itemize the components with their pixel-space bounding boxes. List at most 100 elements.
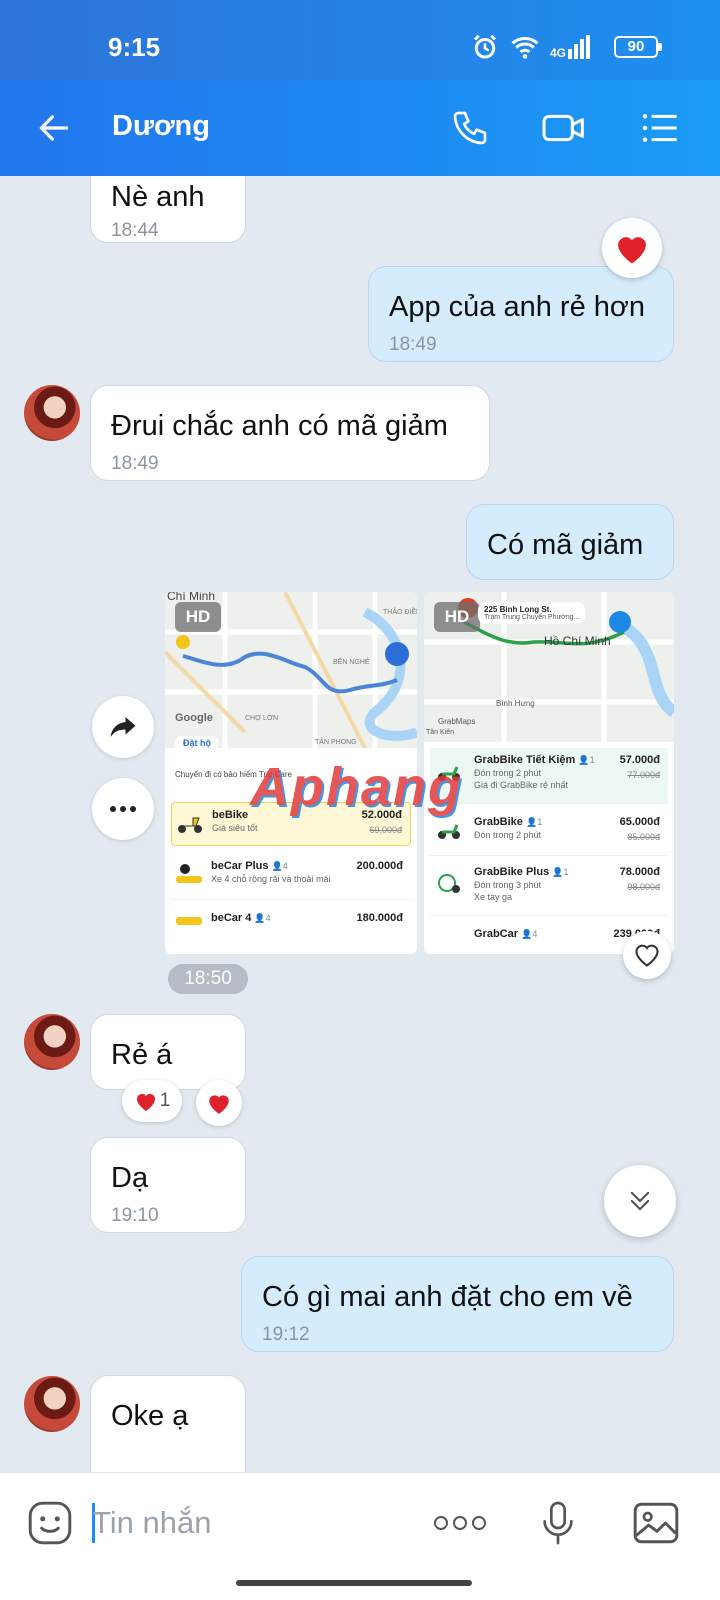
grab-bike-icon <box>438 824 460 839</box>
ride-name: GrabBike Plus 👤1 <box>474 866 569 878</box>
contact-name[interactable]: Dương <box>112 110 210 143</box>
network-indicator: 4G <box>550 35 590 59</box>
image-gallery-icon <box>633 1502 679 1544</box>
message-bubble[interactable]: Nè anh 18:44 <box>90 176 246 243</box>
share-arrow-icon <box>110 717 136 737</box>
sub-address-text: Trạm Trung Chuyển Phường... <box>484 614 580 621</box>
message-bubble[interactable]: App của anh rẻ hơn 18:49 <box>368 266 674 362</box>
map-label: GrabMaps <box>438 717 475 726</box>
ride-old-price: 98.000đ <box>627 882 660 892</box>
photo-button[interactable] <box>628 1495 684 1551</box>
more-options-button[interactable] <box>92 778 154 840</box>
chat-area[interactable]: Nè anh 18:44 App của anh rẻ hơn 18:49 Đr… <box>0 176 720 1472</box>
message-text: Nè anh <box>111 181 205 213</box>
scooter-icon <box>178 817 202 833</box>
message-text: Oke ạ <box>111 1400 189 1432</box>
ride-note: Xe tay ga <box>474 892 513 902</box>
message-bubble[interactable]: Có gì mai anh đặt cho em về 19:12 <box>241 1256 674 1352</box>
heart-icon <box>209 1095 229 1114</box>
map-label: CHỢ LỚN <box>245 713 278 722</box>
contact-avatar[interactable] <box>24 385 80 441</box>
voice-message-button[interactable] <box>530 1495 586 1551</box>
react-button[interactable] <box>623 931 671 979</box>
message-bubble[interactable]: Có mã giảm <box>466 504 674 580</box>
ride-name-text: GrabBike <box>474 816 523 828</box>
ride-seats: 4 <box>532 929 538 939</box>
home-indicator <box>236 1580 472 1586</box>
ride-option: GrabBike Tiết Kiệm 👤1 Đón trong 2 phút Giá… <box>430 748 668 804</box>
message-bubble[interactable]: Đrui chắc anh có mã giảm 18:49 <box>90 385 490 481</box>
share-button[interactable] <box>92 696 154 758</box>
contact-avatar[interactable] <box>24 1376 80 1432</box>
ride-old-price: 69.000đ <box>369 825 402 835</box>
menu-button[interactable] <box>636 104 684 152</box>
ride-sub: Đón trong 3 phút <box>474 880 542 890</box>
message-bubble[interactable]: Rẻ á <box>90 1014 246 1090</box>
heart-icon <box>618 237 646 264</box>
map-label: Tân Kiên <box>426 729 454 736</box>
ride-name-text: GrabBike Tiết Kiệm <box>474 754 576 766</box>
video-call-button[interactable] <box>540 104 588 152</box>
map-view: Bình Hưng Tân Kiên GrabMaps HD 225 Bình … <box>424 592 674 742</box>
ride-name: beCar 4 👤4 <box>211 912 271 924</box>
phone-icon <box>453 111 487 145</box>
more-dots-icon <box>110 806 136 812</box>
ride-sub: Xe 4 chỗ rộng rãi và thoải mái <box>211 874 331 884</box>
sticker-button[interactable] <box>22 1495 78 1551</box>
message-time: 19:12 <box>262 1324 310 1345</box>
voice-call-button[interactable] <box>446 104 494 152</box>
city-label: Hồ Chí Minh <box>544 634 611 648</box>
message-time: 18:44 <box>111 220 159 241</box>
back-button[interactable] <box>30 104 78 152</box>
message-input[interactable] <box>92 1499 392 1547</box>
heart-reaction[interactable] <box>196 1080 242 1126</box>
message-text: App của anh rẻ hơn <box>389 291 646 323</box>
ride-name-text: beCar 4 <box>211 912 252 924</box>
map-label: THẢO ĐIỀN <box>383 606 417 616</box>
heart-reaction[interactable] <box>602 218 662 278</box>
more-dots-icon <box>434 1516 486 1530</box>
reaction-count: 1 <box>159 1090 171 1111</box>
message-bubble[interactable]: Oke ạ <box>90 1375 246 1472</box>
hd-badge: HD <box>434 602 480 632</box>
wifi-icon <box>511 36 539 59</box>
ride-old-price: 85.000đ <box>627 832 660 842</box>
reaction-summary[interactable]: 1 <box>122 1080 182 1122</box>
ride-price: 180.000đ <box>356 912 403 924</box>
ride-sub: Đón trong 2 phút <box>474 830 542 840</box>
double-chevron-down-icon <box>630 1191 650 1211</box>
grab-bike-plus-icon <box>438 874 460 893</box>
scroll-to-bottom-button[interactable] <box>604 1165 676 1237</box>
message-text: Có gì mai anh đặt cho em về <box>262 1281 633 1313</box>
car-icon <box>176 917 202 925</box>
google-logo: Google <box>175 712 213 724</box>
ride-price: 57.000đ <box>619 754 660 766</box>
emoji-icon <box>28 1501 72 1545</box>
pickup-address: 225 Bình Long St. Trạm Trung Chuyển Phườ… <box>478 602 586 624</box>
message-bubble[interactable]: Dạ 19:10 <box>90 1137 246 1233</box>
contact-avatar[interactable] <box>24 1014 80 1070</box>
ride-sub: Giá siêu tốt <box>212 823 258 833</box>
network-type: 4G <box>549 46 566 60</box>
alarm-icon <box>473 34 497 59</box>
ride-name: GrabCar 👤4 <box>474 928 538 940</box>
ride-option: GrabBike Plus 👤1 Đón trong 3 phút Xe tay g… <box>430 860 668 916</box>
ride-seats: 4 <box>282 861 288 871</box>
ride-old-price: 77.000đ <box>627 770 660 780</box>
ride-price: 200.000đ <box>356 860 403 872</box>
ride-option: GrabBike 👤1 Đón trong 2 phút 65.000đ 85.00… <box>430 810 668 856</box>
arrow-left-icon <box>39 115 69 141</box>
ride-seats: 1 <box>563 867 569 877</box>
ride-name-text: GrabBike Plus <box>474 866 550 878</box>
heart-icon <box>136 1094 155 1111</box>
ride-sub: Đón trong 2 phút <box>474 768 542 778</box>
status-bar: 9:15 4G 90 <box>0 0 720 80</box>
message-text: Dạ <box>111 1162 149 1194</box>
video-camera-icon <box>542 114 584 142</box>
map-label: BẾN NGHÉ <box>333 656 370 666</box>
ride-price: 78.000đ <box>619 866 660 878</box>
status-icons: 4G <box>470 32 590 62</box>
more-actions-button[interactable] <box>432 1495 488 1551</box>
map-view: BẾN NGHÉ CHỢ LỚN THẢO ĐIỀN TÂN PHONG Chí… <box>165 592 417 750</box>
message-time: 18:49 <box>389 334 437 355</box>
